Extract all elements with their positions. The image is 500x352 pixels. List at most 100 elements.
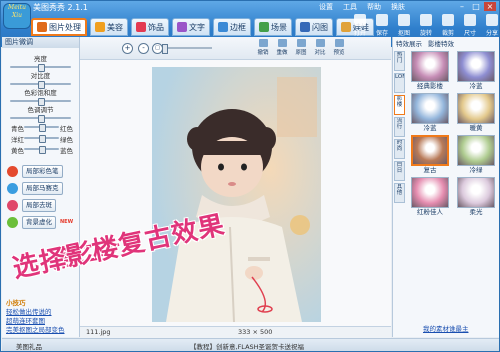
- category-tab[interactable]: 流行: [394, 117, 405, 137]
- effect-item[interactable]: 冷绿: [456, 135, 496, 174]
- edit-tool-button[interactable]: 原图: [294, 39, 308, 56]
- zoom-in-icon[interactable]: +: [122, 43, 133, 54]
- menu-item-skin[interactable]: 换肤: [391, 2, 405, 12]
- effect-item[interactable]: 经典影楼: [410, 51, 450, 90]
- toolbar-save-button[interactable]: 保存: [373, 14, 391, 37]
- category-tab[interactable]: 其他: [394, 183, 405, 203]
- zoom-slider[interactable]: [164, 47, 212, 49]
- effect-thumbnail[interactable]: [457, 93, 495, 124]
- tab-frame[interactable]: 边框: [213, 18, 251, 36]
- blur-icon: [7, 216, 18, 228]
- tab-scene[interactable]: 场景: [254, 18, 292, 36]
- text-icon: [177, 22, 187, 32]
- more-materials-link[interactable]: 我的素材谁最主: [423, 323, 469, 333]
- effect-item[interactable]: 冷蓝: [456, 51, 496, 90]
- local-tool-button[interactable]: 背景虚化: [22, 215, 56, 229]
- color-slider[interactable]: [24, 124, 59, 132]
- close-button[interactable]: ×: [484, 2, 496, 11]
- slider-knob[interactable]: [37, 115, 45, 123]
- minimize-button[interactable]: –: [456, 2, 468, 11]
- edit-tool-label: 原图: [295, 50, 307, 56]
- tab-heart[interactable]: 饰品: [131, 18, 169, 36]
- effect-thumbnail[interactable]: [457, 51, 495, 82]
- left-panel-header: 图片微调: [2, 37, 79, 48]
- effect-thumbnail[interactable]: [411, 177, 449, 208]
- menu-item-settings[interactable]: 设置: [319, 2, 333, 12]
- app-window: Meitu Xiu 美图秀秀 2.1.1 设置 工具 帮助 换肤 – □ × 图片…: [0, 0, 500, 352]
- effect-item[interactable]: 冷蓝: [410, 93, 450, 132]
- effect-thumbnail[interactable]: [457, 135, 495, 166]
- local-tool-row: 背景虚化 NEW: [7, 215, 77, 229]
- tab-image[interactable]: 图片处理: [31, 18, 87, 36]
- local-tool-row: 局部彩色笔: [7, 164, 77, 178]
- edit-tool-button[interactable]: 重做: [275, 39, 289, 56]
- zoom-slider-knob[interactable]: [162, 44, 168, 54]
- effect-item[interactable]: 复古: [410, 135, 450, 174]
- doll-icon: [341, 22, 351, 32]
- tutorial-link[interactable]: 【教程】创新意,FLASH圣诞贺卡送祝福: [190, 341, 304, 351]
- tab-label: 闪图: [312, 22, 328, 32]
- color-balance-row: 青色 红色: [2, 123, 79, 133]
- maximize-button[interactable]: □: [470, 2, 482, 11]
- effect-item[interactable]: 柔光: [456, 177, 496, 216]
- toolbar-resize-button[interactable]: 尺寸: [461, 14, 479, 37]
- slider-knob[interactable]: [38, 135, 46, 143]
- toolbar-share-button[interactable]: 分享: [483, 14, 499, 37]
- menu-item-tools[interactable]: 工具: [343, 2, 357, 12]
- category-tab[interactable]: 热门: [394, 51, 405, 71]
- edit-tool-button[interactable]: 对比: [313, 39, 327, 56]
- effect-label: 冷绿: [469, 166, 483, 174]
- photo-canvas[interactable]: [152, 67, 321, 322]
- zoom-out-icon[interactable]: -: [138, 43, 149, 54]
- effect-thumbnail[interactable]: [411, 51, 449, 82]
- tab-studio-effects[interactable]: 影楼特效: [425, 39, 457, 49]
- toolbar-label: 裁剪: [441, 30, 454, 37]
- color-pen-icon: [7, 165, 18, 177]
- effect-label: 冷蓝: [423, 124, 437, 132]
- toolbar-label: 保存: [375, 30, 388, 37]
- color-balance-row: 黄色 蓝色: [2, 145, 79, 155]
- edit-tool-icon: [334, 39, 344, 47]
- category-tab[interactable]: 影楼: [394, 95, 405, 115]
- tips-link[interactable]: 完美抠图之局部变色: [6, 326, 78, 335]
- toolbar-crop-button[interactable]: 裁剪: [439, 14, 457, 37]
- category-tab[interactable]: 白日: [394, 161, 405, 181]
- toolbar-cutout-button[interactable]: 抠图: [395, 14, 413, 37]
- tab-text[interactable]: 文字: [172, 18, 210, 36]
- category-tab[interactable]: 时尚: [394, 139, 405, 159]
- adjustment-slider[interactable]: [10, 115, 71, 123]
- tips-link[interactable]: 轻松做出传说的: [6, 308, 78, 317]
- color-slider[interactable]: [24, 146, 59, 154]
- gift-link[interactable]: 美图礼品: [16, 341, 42, 351]
- tab-effects-showcase[interactable]: 特效展示: [393, 39, 425, 49]
- category-tab[interactable]: LOMO: [394, 73, 405, 93]
- local-tool-button[interactable]: 局部马赛克: [22, 181, 63, 195]
- share-icon: [486, 14, 498, 26]
- toolbar-open-button[interactable]: 打开: [351, 14, 369, 37]
- edit-tool-button[interactable]: 撤销: [256, 39, 270, 56]
- tab-face[interactable]: 美容: [90, 18, 128, 36]
- local-tool-button[interactable]: 局部彩色笔: [22, 164, 63, 178]
- adjustment-label: 对比度: [30, 72, 51, 80]
- edit-tool-button[interactable]: 预览: [332, 39, 346, 56]
- app-logo: Meitu Xiu: [4, 4, 30, 28]
- local-tool-button[interactable]: 局部去斑: [22, 198, 56, 212]
- crop-icon: [442, 14, 454, 26]
- menu-item-help[interactable]: 帮助: [367, 2, 381, 12]
- effect-item[interactable]: 红粉佳人: [410, 177, 450, 216]
- effect-item[interactable]: 暖黄: [456, 93, 496, 132]
- tab-label: 场景: [271, 22, 287, 32]
- effect-thumbnail[interactable]: [411, 93, 449, 124]
- effect-thumbnail[interactable]: [457, 177, 495, 208]
- effect-thumbnail[interactable]: [411, 135, 449, 166]
- slider-knob[interactable]: [38, 124, 46, 132]
- resize-icon: [464, 14, 476, 26]
- heart-icon: [136, 22, 146, 32]
- effect-label: 暖黄: [469, 124, 483, 132]
- tab-flash[interactable]: 闪图: [295, 18, 333, 36]
- toolbar-rotate-button[interactable]: 旋转: [417, 14, 435, 37]
- color-slider[interactable]: [24, 135, 59, 143]
- slider-knob[interactable]: [38, 146, 46, 154]
- canvas-area: + - □ 撤销 重做 原图 对比 预览 111.jpg 333 × 500: [80, 37, 391, 338]
- tips-link[interactable]: 超萌连环套图: [6, 317, 78, 326]
